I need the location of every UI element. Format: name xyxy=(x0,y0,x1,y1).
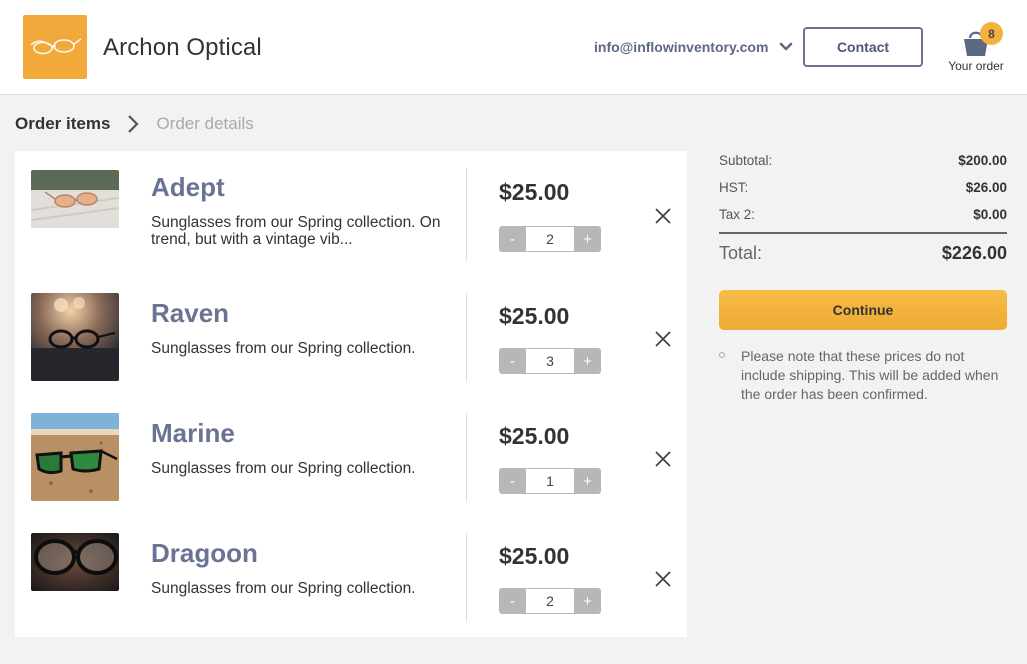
remove-item-icon[interactable] xyxy=(653,206,673,226)
subtotal-value: $200.00 xyxy=(958,153,1007,168)
product-image-adept xyxy=(31,170,119,228)
product-name[interactable]: Raven xyxy=(151,298,229,329)
shipping-note: Please note that these prices do not inc… xyxy=(741,348,999,402)
quantity-input[interactable]: 3 xyxy=(526,348,574,374)
quantity-increase-button[interactable]: + xyxy=(574,468,601,494)
tax2-label: Tax 2: xyxy=(719,207,756,222)
breadcrumb-order-items[interactable]: Order items xyxy=(15,114,110,134)
chevron-right-icon xyxy=(128,115,139,133)
breadcrumb-order-details[interactable]: Order details xyxy=(156,114,253,134)
hst-label: HST: xyxy=(719,180,749,195)
contact-button[interactable]: Contact xyxy=(803,27,923,67)
hst-row: HST: $26.00 xyxy=(719,180,1007,195)
product-price: $25.00 xyxy=(499,543,570,569)
brand-name: Archon Optical xyxy=(103,34,262,61)
continue-button[interactable]: Continue xyxy=(719,290,1007,330)
quantity-stepper: - 2 + xyxy=(499,588,601,614)
summary-divider xyxy=(719,232,1007,234)
quantity-input[interactable]: 1 xyxy=(526,468,574,494)
subtotal-label: Subtotal: xyxy=(719,153,773,168)
order-items-list: Adept Sunglasses from our Spring collect… xyxy=(15,151,687,637)
quantity-increase-button[interactable]: + xyxy=(574,588,601,614)
quantity-stepper: - 3 + xyxy=(499,348,601,374)
product-image-raven xyxy=(31,293,119,381)
divider xyxy=(466,533,467,622)
hst-value: $26.00 xyxy=(965,180,1007,195)
product-price: $25.00 xyxy=(499,179,570,205)
product-name[interactable]: Adept xyxy=(151,172,225,203)
product-image-dragoon xyxy=(31,533,119,591)
cart-count-badge: 8 xyxy=(980,22,1003,45)
cart-button[interactable]: 8 Your order xyxy=(945,20,1007,76)
product-name[interactable]: Marine xyxy=(151,418,235,449)
remove-item-icon[interactable] xyxy=(653,329,673,349)
quantity-increase-button[interactable]: + xyxy=(574,348,601,374)
quantity-input[interactable]: 2 xyxy=(526,588,574,614)
product-description: Sunglasses from our Spring collection. O… xyxy=(151,214,441,248)
breadcrumb: Order items Order details xyxy=(15,113,254,135)
list-item: Raven Sunglasses from our Spring collect… xyxy=(15,292,687,412)
product-image-marine xyxy=(31,413,119,501)
product-price: $25.00 xyxy=(499,303,570,329)
tax2-value: $0.00 xyxy=(973,207,1007,222)
quantity-input[interactable]: 2 xyxy=(526,226,574,252)
quantity-stepper: - 1 + xyxy=(499,468,601,494)
list-item: Marine Sunglasses from our Spring collec… xyxy=(15,412,687,532)
product-description: Sunglasses from our Spring collection. xyxy=(151,460,416,477)
remove-item-icon[interactable] xyxy=(653,449,673,469)
brand-logo[interactable] xyxy=(23,15,87,79)
divider xyxy=(466,168,467,261)
quantity-decrease-button[interactable]: - xyxy=(499,588,526,614)
list-item: Dragoon Sunglasses from our Spring colle… xyxy=(15,532,687,652)
total-label: Total: xyxy=(719,243,763,263)
total-row: Total: $226.00 xyxy=(719,243,1007,264)
chevron-down-icon xyxy=(780,42,793,51)
account-email-dropdown[interactable]: info@inflowinventory.com xyxy=(594,39,794,55)
glasses-logo-icon xyxy=(30,38,82,55)
remove-item-icon[interactable] xyxy=(653,569,673,589)
product-price: $25.00 xyxy=(499,423,570,449)
total-value: $226.00 xyxy=(941,243,1007,263)
product-name[interactable]: Dragoon xyxy=(151,538,258,569)
top-header: Archon Optical info@inflowinventory.com … xyxy=(0,0,1027,95)
account-email: info@inflowinventory.com xyxy=(594,39,769,55)
quantity-decrease-button[interactable]: - xyxy=(499,348,526,374)
product-description: Sunglasses from our Spring collection. xyxy=(151,340,416,357)
divider xyxy=(466,293,467,382)
quantity-increase-button[interactable]: + xyxy=(574,226,601,252)
list-item: Adept Sunglasses from our Spring collect… xyxy=(15,166,687,286)
quantity-decrease-button[interactable]: - xyxy=(499,226,526,252)
quantity-decrease-button[interactable]: - xyxy=(499,468,526,494)
product-description: Sunglasses from our Spring collection. xyxy=(151,580,416,597)
divider xyxy=(466,413,467,502)
tax2-row: Tax 2: $0.00 xyxy=(719,207,1007,222)
quantity-stepper: - 2 + xyxy=(499,226,601,252)
subtotal-row: Subtotal: $200.00 xyxy=(719,153,1007,168)
cart-label: Your order xyxy=(948,59,1004,73)
info-bullet-icon xyxy=(719,352,725,358)
